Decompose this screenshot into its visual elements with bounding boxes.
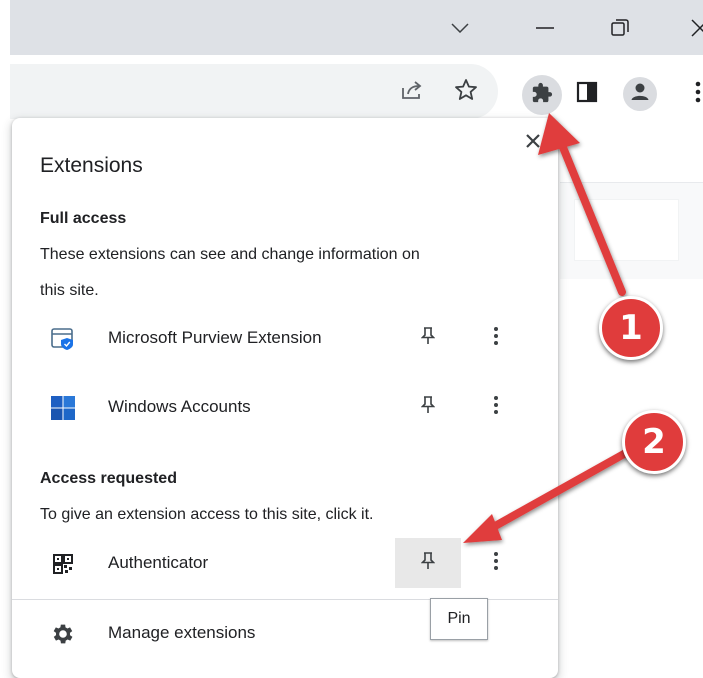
full-access-description-line2: this site. [40, 282, 99, 299]
extension-more-button[interactable] [478, 313, 514, 363]
restore-button[interactable] [590, 0, 650, 55]
full-access-heading: Full access [40, 210, 127, 227]
share-icon [400, 79, 424, 106]
pin-button[interactable] [395, 313, 461, 363]
extensions-popup: Extensions Full access These extensions … [12, 118, 558, 678]
close-popup-button[interactable] [520, 130, 546, 156]
share-button[interactable] [398, 78, 426, 106]
gear-icon [50, 621, 76, 647]
purview-shield-icon [50, 326, 76, 352]
extension-row-windows-accounts[interactable]: Windows Accounts [12, 382, 558, 432]
browser-menu-button[interactable] [690, 79, 703, 109]
close-window-button[interactable] [670, 0, 703, 55]
address-bar[interactable] [10, 64, 498, 119]
extensions-button[interactable] [522, 75, 562, 115]
title-bar [10, 0, 703, 55]
full-access-description-line1: These extensions can see and change info… [40, 246, 420, 263]
extension-name: Windows Accounts [108, 397, 251, 416]
tab-search-button[interactable] [430, 0, 490, 55]
browser-toolbar [10, 55, 703, 127]
qr-code-icon [50, 551, 76, 577]
bookmark-button[interactable] [451, 77, 481, 107]
access-requested-description: To give an extension access to this site… [40, 506, 374, 523]
kebab-menu-icon [493, 551, 499, 576]
extension-more-button[interactable] [478, 382, 514, 432]
page-divider [560, 182, 703, 183]
side-panel-button[interactable] [572, 79, 602, 109]
minimize-button[interactable] [515, 0, 575, 55]
kebab-menu-icon [695, 81, 701, 108]
restore-icon [611, 18, 629, 37]
pin-icon [420, 326, 436, 350]
extension-row-purview[interactable]: Microsoft Purview Extension [12, 313, 558, 363]
close-icon [691, 18, 703, 37]
access-requested-heading: Access requested [40, 470, 177, 487]
profile-icon [629, 81, 651, 108]
side-panel-icon [576, 81, 598, 108]
pin-icon [420, 395, 436, 419]
extension-name: Microsoft Purview Extension [108, 328, 322, 347]
pin-button[interactable] [395, 538, 461, 588]
windows-logo-icon [50, 395, 76, 421]
pin-button[interactable] [395, 382, 461, 432]
bookmark-star-icon [454, 78, 478, 107]
kebab-menu-icon [493, 326, 499, 351]
profile-button[interactable] [623, 77, 657, 111]
page-content-box [575, 200, 678, 260]
chevron-down-icon [451, 22, 469, 33]
extension-row-authenticator[interactable]: Authenticator [12, 538, 558, 588]
annotation-badge-2: 2 [622, 410, 686, 474]
kebab-menu-icon [493, 395, 499, 420]
extension-more-button[interactable] [478, 538, 514, 588]
popup-title: Extensions [40, 154, 143, 177]
minimize-icon [536, 26, 554, 30]
extension-name: Authenticator [108, 553, 209, 572]
puzzle-icon [531, 82, 553, 109]
manage-extensions-label: Manage extensions [108, 623, 256, 642]
annotation-badge-1: 1 [599, 296, 663, 360]
close-icon [526, 133, 540, 153]
pin-tooltip: Pin [430, 598, 488, 640]
pin-icon [420, 551, 436, 575]
